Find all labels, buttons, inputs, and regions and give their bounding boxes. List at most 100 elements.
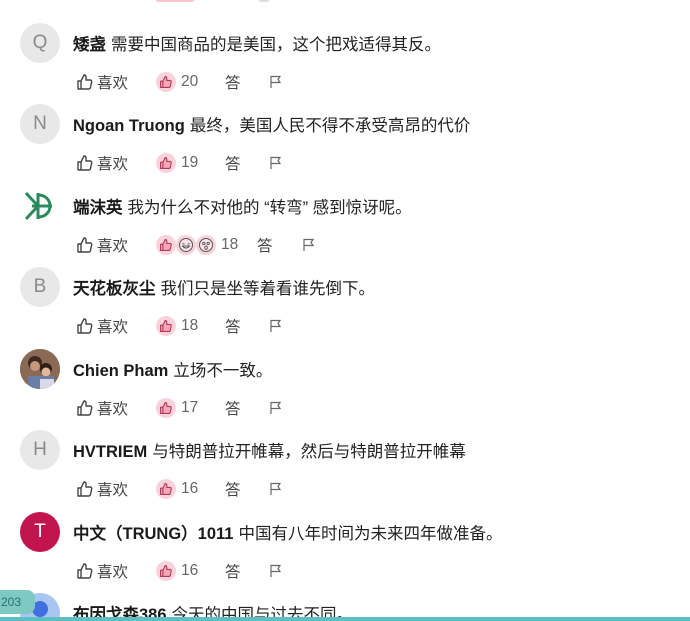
reply-label: 答: [225, 319, 241, 336]
comment-text: 我为什么不对他的 “转弯” 感到惊讶呢。: [127, 199, 412, 217]
reply-label: 答: [225, 564, 241, 581]
reaction-count: 16: [181, 562, 199, 579]
like-label: 喜欢: [97, 482, 129, 499]
comment-item: 端沫英 我为什么不对他的 “转弯” 感到惊讶呢。 喜欢 18 答: [0, 186, 690, 268]
surprised-icon: [196, 235, 216, 255]
thumbs-up-icon: [156, 72, 176, 92]
avatar-letter: H: [33, 439, 47, 460]
laughing-icon: [176, 235, 196, 255]
thumbs-up-icon: [156, 398, 176, 418]
comment-text: 最终，美国人民不得不承受高昂的代价: [189, 117, 471, 135]
reaction-count: 19: [181, 154, 199, 171]
commenter-name[interactable]: 中文（TRUNG）1011: [73, 525, 233, 543]
comment-item: Q 矮盏 需要中国商品的是美国，这个把戏适得其反。 喜欢 20 答: [0, 23, 690, 105]
like-button[interactable]: 喜欢: [76, 151, 128, 175]
reply-label: 答: [225, 156, 241, 173]
thumbs-up-outline-icon: [77, 237, 93, 253]
like-button[interactable]: 喜欢: [76, 314, 128, 338]
commenter-name[interactable]: HVTRIEM: [73, 443, 147, 461]
avatar[interactable]: [20, 349, 60, 389]
flag-icon: [270, 156, 282, 169]
comment-line: 天花板灰尘 我们只是坐等着看谁先倒下。: [73, 275, 375, 299]
thumbs-up-outline-icon: [77, 155, 93, 171]
avatar-letter: B: [33, 276, 47, 297]
reaction-summary[interactable]: 18: [156, 314, 198, 338]
flag-icon: [303, 238, 315, 251]
reaction-summary[interactable]: 17: [156, 396, 198, 420]
avatar[interactable]: T: [20, 512, 60, 552]
like-label: 喜欢: [97, 156, 129, 173]
page-indicator[interactable]: 203: [0, 590, 35, 614]
flag-button[interactable]: [269, 396, 283, 420]
reply-label: 答: [225, 75, 241, 92]
avatar[interactable]: N: [20, 104, 60, 144]
reply-label: 答: [225, 401, 241, 418]
thumbs-up-icon: [156, 153, 176, 173]
like-button[interactable]: 喜欢: [76, 70, 128, 94]
avatar[interactable]: Q: [20, 23, 60, 63]
reaction-summary[interactable]: 20: [156, 70, 198, 94]
thumbs-up-icon: [156, 316, 176, 336]
like-button[interactable]: 喜欢: [76, 233, 128, 257]
reply-button[interactable]: 答: [225, 314, 241, 338]
flag-icon: [270, 564, 282, 577]
thumbs-up-icon: [156, 479, 176, 499]
reply-button[interactable]: 答: [225, 559, 241, 583]
flag-button[interactable]: [269, 70, 283, 94]
comment-text: 我们只是坐等着看谁先倒下。: [160, 280, 376, 298]
reaction-count: 18: [181, 317, 199, 334]
comment-line: Chien Pham 立场不一致。: [73, 357, 272, 381]
reply-label: 答: [257, 238, 273, 255]
reaction-summary[interactable]: 16: [156, 559, 198, 583]
comment-actions: 喜欢 20 答: [76, 70, 676, 94]
comment-line: HVTRIEM 与特朗普拉开帷幕，然后与特朗普拉开帷幕: [73, 438, 466, 462]
flag-button[interactable]: [269, 559, 283, 583]
commenter-name[interactable]: Ngoan Truong: [73, 117, 185, 135]
reply-button[interactable]: 答: [225, 477, 241, 501]
comment-text: 与特朗普拉开帷幕，然后与特朗普拉开帷幕: [152, 443, 466, 461]
comment-text: 中国有八年时间为未来四年做准备。: [238, 525, 503, 543]
user-photo-icon: [20, 349, 60, 389]
thumbs-up-outline-icon: [77, 74, 93, 90]
avatar[interactable]: B: [20, 267, 60, 307]
reply-button[interactable]: 答: [225, 151, 241, 175]
thumbs-up-outline-icon: [77, 318, 93, 334]
flag-button[interactable]: [269, 314, 283, 338]
like-button[interactable]: 喜欢: [76, 396, 128, 420]
reaction-summary[interactable]: 18: [156, 233, 238, 257]
flag-button[interactable]: [269, 477, 283, 501]
reaction-summary[interactable]: 16: [156, 477, 198, 501]
commenter-name[interactable]: Chien Pham: [73, 362, 168, 380]
flag-button[interactable]: [269, 151, 283, 175]
like-label: 喜欢: [97, 564, 129, 581]
like-label: 喜欢: [97, 238, 129, 255]
comment-line: 端沫英 我为什么不对他的 “转弯” 感到惊讶呢。: [73, 194, 412, 218]
comment-actions: 喜欢 18 答: [76, 233, 676, 257]
comment-text: 立场不一致。: [173, 362, 273, 380]
thumbs-up-outline-icon: [77, 481, 93, 497]
previous-comment-fragment: [0, 0, 690, 8]
comment-item: Chien Pham 立场不一致。 喜欢 17 答: [0, 349, 690, 431]
flag-icon: [270, 401, 282, 414]
comment-actions: 喜欢 16 答: [76, 559, 676, 583]
like-button[interactable]: 喜欢: [76, 559, 128, 583]
reaction-count: 17: [181, 399, 199, 416]
reaction-count: 16: [181, 480, 199, 497]
flag-icon: [270, 482, 282, 495]
comment-line: 矮盏 需要中国商品的是美国，这个把戏适得其反。: [73, 31, 441, 55]
reaction-summary[interactable]: 19: [156, 151, 198, 175]
thumbs-up-icon: [156, 561, 176, 581]
commenter-name[interactable]: 端沫英: [73, 199, 123, 217]
comment-item: H HVTRIEM 与特朗普拉开帷幕，然后与特朗普拉开帷幕 喜欢 16 答: [0, 430, 690, 512]
reply-button[interactable]: 答: [257, 233, 273, 257]
flag-button[interactable]: [302, 233, 316, 257]
commenter-name[interactable]: 天花板灰尘: [73, 280, 156, 298]
commenter-name[interactable]: 矮盏: [73, 36, 106, 54]
avatar[interactable]: H: [20, 430, 60, 470]
page-number: 203: [1, 595, 22, 609]
comment-item: N Ngoan Truong 最终，美国人民不得不承受高昂的代价 喜欢 19 答: [0, 104, 690, 186]
like-button[interactable]: 喜欢: [76, 477, 128, 501]
reply-button[interactable]: 答: [225, 396, 241, 420]
reply-button[interactable]: 答: [225, 70, 241, 94]
avatar[interactable]: [20, 186, 60, 226]
